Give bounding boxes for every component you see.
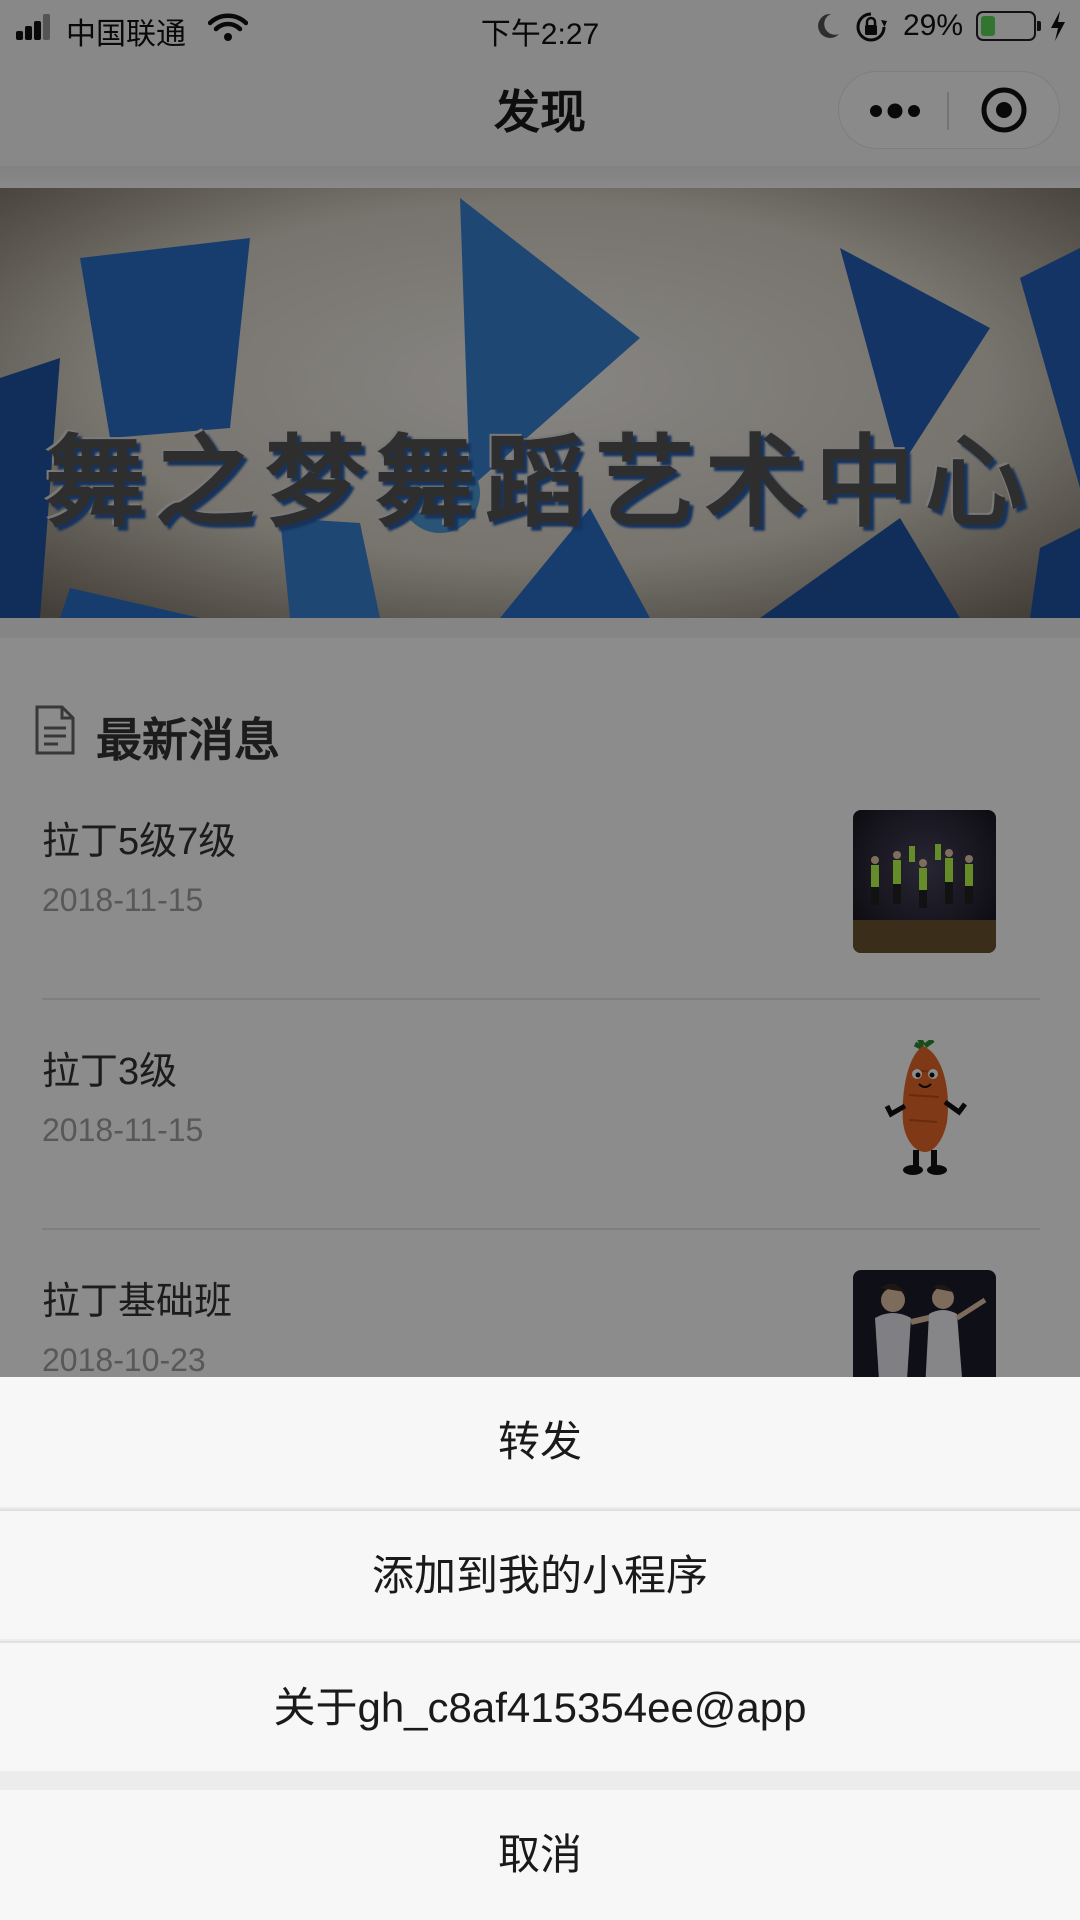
cancel-button[interactable]: 取消 bbox=[0, 1790, 1080, 1920]
about-button[interactable]: 关于gh_c8af415354ee@app bbox=[0, 1641, 1080, 1771]
add-to-my-miniprogram-button[interactable]: 添加到我的小程序 bbox=[0, 1509, 1080, 1639]
action-sheet: 转发 添加到我的小程序 关于gh_c8af415354ee@app 取消 bbox=[0, 1377, 1080, 1920]
forward-button[interactable]: 转发 bbox=[0, 1377, 1080, 1507]
